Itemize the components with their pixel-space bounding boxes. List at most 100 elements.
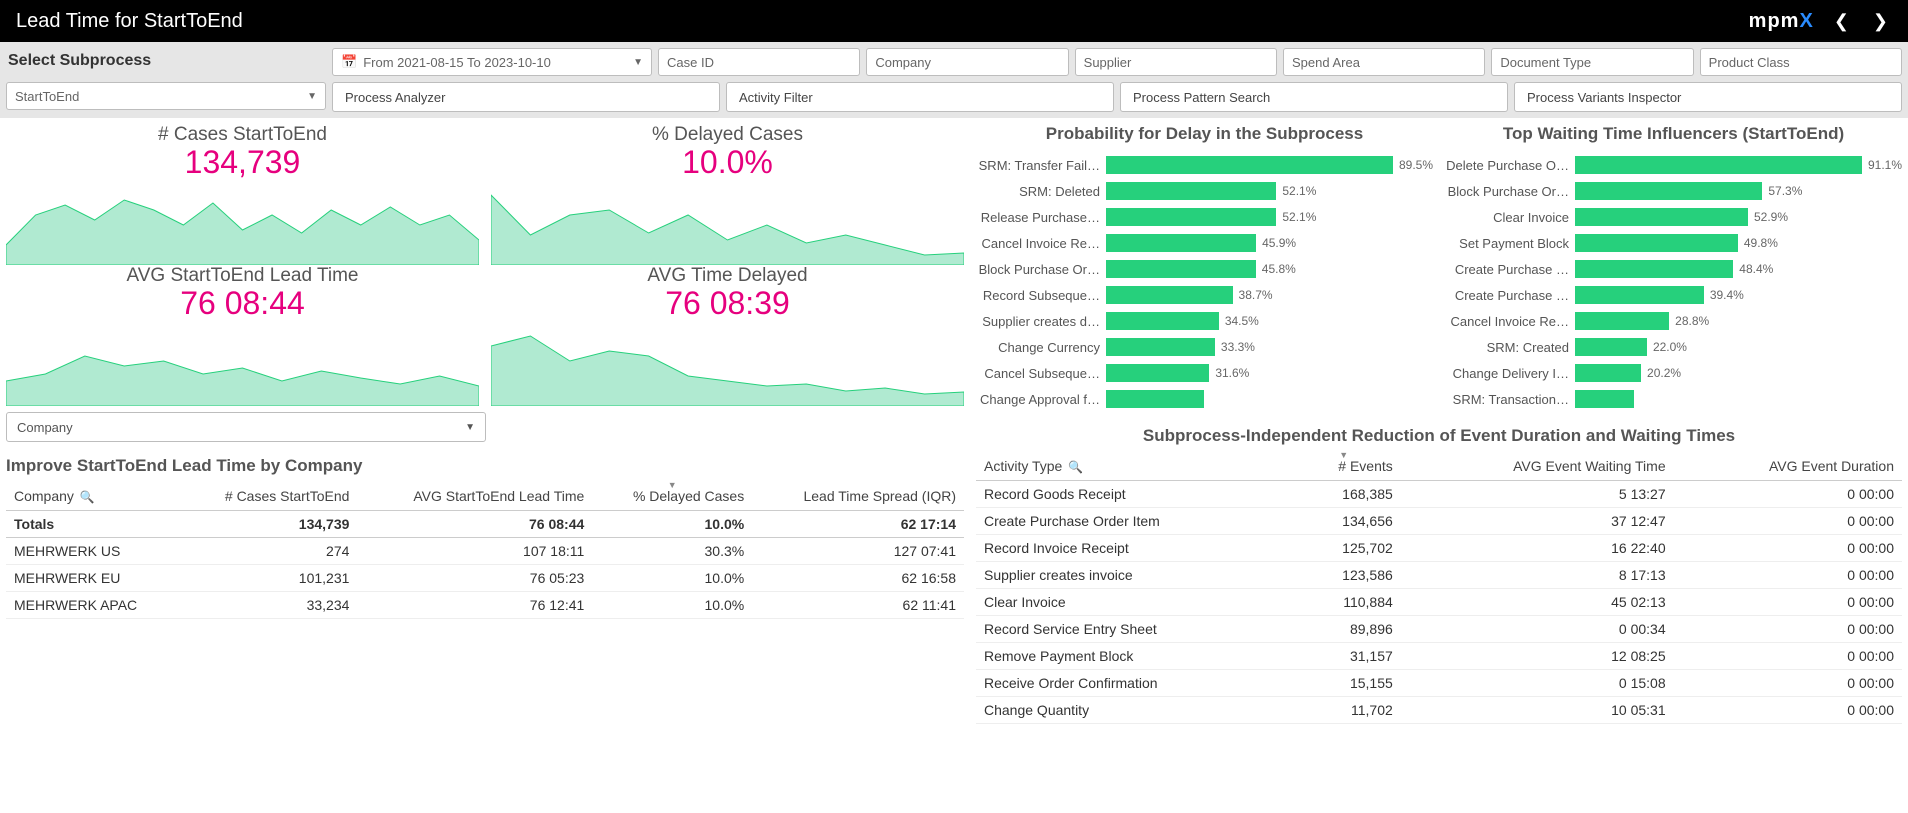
sort-desc-icon: ▼ (1339, 450, 1348, 460)
next-icon[interactable]: ❯ (1869, 11, 1892, 32)
bar-label: Create Purchase … (1445, 262, 1575, 277)
table-row[interactable]: Change Quantity11,70210 05:310 00:00 (976, 697, 1902, 724)
table-row[interactable]: MEHRWERK EU101,23176 05:2310.0%62 16:58 (6, 565, 964, 592)
bar-track (1575, 390, 1902, 408)
bar-label: Cancel Invoice Re… (976, 236, 1106, 251)
bar-row[interactable]: Change Approval f… (976, 386, 1433, 412)
tab-label: Process Analyzer (345, 90, 445, 105)
table-row[interactable]: MEHRWERK APAC33,23476 12:4110.0%62 11:41 (6, 592, 964, 619)
bar-value: 91.1% (1868, 158, 1902, 172)
bar-value: 89.5% (1399, 158, 1433, 172)
col-wait[interactable]: AVG Event Waiting Time (1401, 452, 1674, 481)
col-activity[interactable]: Activity Type🔍 (976, 452, 1287, 481)
company-filter[interactable]: Company (866, 48, 1068, 76)
bar-row[interactable]: Release Purchase… 52.1% (976, 204, 1433, 230)
kpi-avg-delay-title: AVG Time Delayed (491, 265, 964, 287)
tab-process-analyzer[interactable]: Process Analyzer (332, 82, 720, 112)
bar-row[interactable]: Create Purchase …39.4% (1445, 282, 1902, 308)
bar-fill (1106, 156, 1393, 174)
bar-label: SRM: Created (1445, 340, 1575, 355)
bar-value: 31.6% (1215, 366, 1249, 380)
bar-row[interactable]: Set Payment Block49.8% (1445, 230, 1902, 256)
bar-value: 20.2% (1647, 366, 1681, 380)
bar-label: Record Subseque… (976, 288, 1106, 303)
bar-fill (1106, 260, 1256, 278)
col-avg-lead[interactable]: AVG StartToEnd Lead Time (357, 482, 592, 511)
tab-process-pattern-search[interactable]: Process Pattern Search (1120, 82, 1508, 112)
bar-fill (1106, 286, 1233, 304)
bar-label: SRM: Deleted (976, 184, 1106, 199)
prev-icon[interactable]: ❮ (1830, 11, 1853, 32)
document-type-filter[interactable]: Document Type (1491, 48, 1693, 76)
kpi-avg-lead-value: 76 08:44 (6, 285, 479, 322)
left-pane: # Cases StartToEnd 134,739 % Delayed Cas… (0, 118, 970, 730)
bar-value: 52.1% (1282, 210, 1316, 224)
bar-row[interactable]: Create Purchase … 48.4% (1445, 256, 1902, 282)
improve-table: Company 🔍 # Cases StartToEnd AVG StartToE… (6, 482, 964, 619)
bar-value: 38.7% (1239, 288, 1273, 302)
col-delayed[interactable]: ▼% Delayed Cases (592, 482, 752, 511)
bar-row[interactable]: Change Currency33.3% (976, 334, 1433, 360)
spend-area-filter[interactable]: Spend Area (1283, 48, 1485, 76)
table-row[interactable]: Remove Payment Block31,15712 08:250 00:0… (976, 643, 1902, 670)
sparkline-delayed-pct (491, 185, 964, 265)
subprocess-dropdown[interactable]: StartToEnd ▼ (6, 82, 326, 110)
right-pane: Probability for Delay in the Subprocess … (970, 118, 1908, 730)
case-id-label: Case ID (667, 55, 714, 70)
col-company[interactable]: Company 🔍 (6, 482, 181, 511)
sort-desc-icon: ▼ (668, 480, 677, 490)
bar-row[interactable]: Clear Invoice52.9% (1445, 204, 1902, 230)
table-row[interactable]: Record Invoice Receipt125,70216 22:400 0… (976, 535, 1902, 562)
col-events[interactable]: ▼# Events (1287, 452, 1401, 481)
bar-label: Release Purchase… (976, 210, 1106, 225)
date-range-value: From 2021-08-15 To 2023-10-10 (363, 55, 551, 70)
bar-row[interactable]: SRM: Transaction… (1445, 386, 1902, 412)
col-cases[interactable]: # Cases StartToEnd (181, 482, 358, 511)
bar-value: 48.4% (1739, 262, 1773, 276)
col-iqr[interactable]: Lead Time Spread (IQR) (752, 482, 964, 511)
bar-row[interactable]: Cancel Invoice Re…28.8% (1445, 308, 1902, 334)
product-class-filter[interactable]: Product Class (1700, 48, 1902, 76)
search-icon[interactable]: 🔍 (80, 490, 95, 504)
bar-row[interactable]: Cancel Subseque…31.6% (976, 360, 1433, 386)
table-row[interactable]: Clear Invoice110,88445 02:130 00:00 (976, 589, 1902, 616)
table-row[interactable]: MEHRWERK US274107 18:1130.3%127 07:41 (6, 538, 964, 565)
bar-row[interactable]: SRM: Created 22.0% (1445, 334, 1902, 360)
case-id-filter[interactable]: Case ID (658, 48, 860, 76)
chevron-down-icon: ▼ (307, 91, 317, 102)
bar-fill (1575, 156, 1862, 174)
table-row[interactable]: Record Service Entry Sheet89,8960 00:340… (976, 616, 1902, 643)
bar-fill (1575, 364, 1641, 382)
bar-row[interactable]: Change Delivery I… 20.2% (1445, 360, 1902, 386)
bar-row[interactable]: SRM: Transfer Fail…89.5% (976, 152, 1433, 178)
bar-row[interactable]: Cancel Invoice Re…45.9% (976, 230, 1433, 256)
tab-process-variants-inspector[interactable]: Process Variants Inspector (1514, 82, 1902, 112)
bar-fill (1575, 312, 1669, 330)
bar-label: Set Payment Block (1445, 236, 1575, 251)
subprocess-value: StartToEnd (15, 89, 79, 104)
bar-label: Delete Purchase O… (1445, 158, 1575, 173)
bar-row[interactable]: SRM: Deleted52.1% (976, 178, 1433, 204)
bar-row[interactable]: Delete Purchase O… 91.1% (1445, 152, 1902, 178)
date-range-filter[interactable]: 📅 From 2021-08-15 To 2023-10-10 ▼ (332, 48, 652, 76)
table-row[interactable]: Record Goods Receipt168,3855 13:270 00:0… (976, 481, 1902, 508)
bar-row[interactable]: Supplier creates d…34.5% (976, 308, 1433, 334)
table-row[interactable]: Create Purchase Order Item134,65637 12:4… (976, 508, 1902, 535)
bar-value: 22.0% (1653, 340, 1687, 354)
table-row[interactable]: Supplier creates invoice123,5868 17:130 … (976, 562, 1902, 589)
col-dur[interactable]: AVG Event Duration (1674, 452, 1902, 481)
company-dropdown[interactable]: Company ▼ (6, 412, 486, 442)
bar-track: 45.9% (1106, 234, 1433, 252)
tab-activity-filter[interactable]: Activity Filter (726, 82, 1114, 112)
col-label: % Delayed Cases (633, 488, 744, 504)
bar-row[interactable]: Block Purchase Or…45.8% (976, 256, 1433, 282)
bar-row[interactable]: Record Subseque… 38.7% (976, 282, 1433, 308)
bar-label: Change Delivery I… (1445, 366, 1575, 381)
search-icon[interactable]: 🔍 (1068, 460, 1083, 474)
bar-value: 33.3% (1221, 340, 1255, 354)
col-label: Company (14, 488, 74, 504)
bar-track: 57.3% (1575, 182, 1902, 200)
table-row[interactable]: Receive Order Confirmation15,1550 15:080… (976, 670, 1902, 697)
supplier-filter[interactable]: Supplier (1075, 48, 1277, 76)
bar-row[interactable]: Block Purchase Or…57.3% (1445, 178, 1902, 204)
